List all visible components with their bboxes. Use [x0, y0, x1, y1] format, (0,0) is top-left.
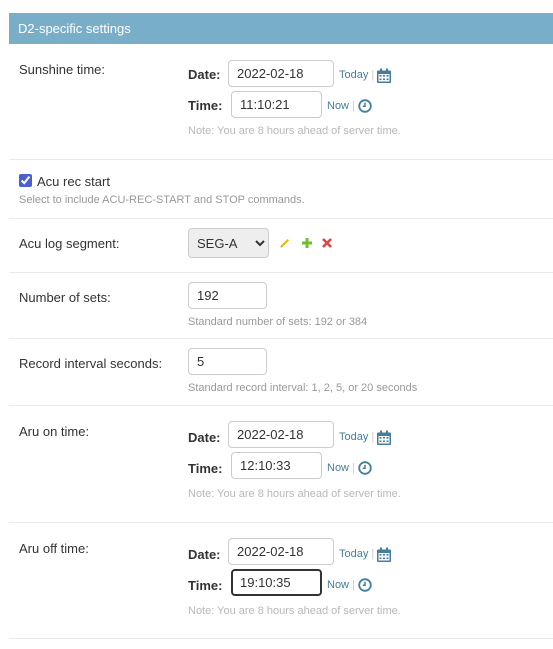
acu-log-segment-row: Acu log segment: SEG-A — [9, 219, 553, 273]
aru-on-timezone-note: Note: You are 8 hours ahead of server ti… — [188, 488, 401, 500]
acu-rec-start-label[interactable]: Acu rec start — [37, 174, 110, 189]
acu-rec-start-help: Select to include ACU-REC-START and STOP… — [19, 194, 305, 206]
sunshine-today-link[interactable]: Today — [339, 69, 368, 81]
record-interval-input[interactable] — [188, 348, 267, 375]
aru-off-time-label: Aru off time: — [19, 541, 89, 556]
separator: | — [371, 431, 375, 443]
clock-icon[interactable] — [358, 461, 372, 478]
number-of-sets-help: Standard number of sets: 192 or 384 — [188, 316, 368, 328]
aru-on-time-label: Aru on time: — [19, 424, 90, 439]
calendar-icon[interactable] — [376, 547, 392, 566]
sunshine-now-link[interactable]: Now — [327, 100, 349, 112]
aru-off-time-row: Aru off time: Date: Today| Time: Now| No… — [9, 523, 553, 639]
calendar-icon[interactable] — [376, 430, 392, 449]
aru-on-date-shortcuts: Today | — [339, 431, 376, 443]
separator: | — [371, 548, 375, 560]
delete-x-icon[interactable] — [321, 237, 333, 252]
sunshine-time-shortcuts: Now | — [327, 100, 357, 112]
aru-off-time-input[interactable] — [231, 569, 322, 596]
aru-on-today-link[interactable]: Today — [339, 431, 368, 443]
aru-off-date-input[interactable] — [228, 538, 334, 565]
aru-on-time-shortcuts: Now | — [327, 462, 357, 474]
sunshine-timezone-note: Note: You are 8 hours ahead of server ti… — [188, 125, 401, 137]
acu-log-segment-select[interactable]: SEG-A — [188, 228, 269, 258]
aru-off-timezone-note: Note: You are 8 hours ahead of server ti… — [188, 605, 401, 617]
aru-off-time-shortcuts: Now | — [327, 579, 357, 591]
aru-off-now-link[interactable]: Now — [327, 579, 349, 591]
number-of-sets-input[interactable] — [188, 282, 267, 309]
record-interval-row: Record interval seconds: Standard record… — [9, 339, 553, 406]
aru-on-time-row: Aru on time: Date: Today| Time: Now| Not… — [9, 406, 553, 523]
sunshine-date-shortcuts: Today | — [339, 69, 376, 81]
number-of-sets-label: Number of sets: — [19, 290, 111, 305]
acu-log-segment-label: Acu log segment: — [19, 236, 120, 251]
sunshine-time-input[interactable] — [231, 91, 322, 118]
aru-on-date-label: Date: — [188, 430, 221, 445]
acu-rec-start-row: Acu rec start Select to include ACU-REC-… — [9, 160, 553, 219]
aru-on-time-input[interactable] — [231, 452, 322, 479]
record-interval-help: Standard record interval: 1, 2, 5, or 20… — [188, 382, 418, 394]
separator: | — [352, 579, 355, 591]
aru-on-time-sublabel: Time: — [188, 461, 223, 476]
aru-off-today-link[interactable]: Today — [339, 548, 368, 560]
sunshine-time-label: Sunshine time: — [19, 62, 105, 77]
aru-on-now-link[interactable]: Now — [327, 462, 349, 474]
sunshine-date-input[interactable] — [228, 60, 334, 87]
sunshine-time-sublabel: Time: — [188, 98, 223, 113]
acu-rec-start-checkbox[interactable] — [19, 174, 32, 187]
separator: | — [371, 69, 375, 81]
d2-settings-fieldset: D2-specific settings Sunshine time: Date… — [9, 13, 553, 639]
sunshine-time-row: Sunshine time: Date: Today| Time: Now| N… — [9, 44, 553, 160]
aru-off-date-shortcuts: Today | — [339, 548, 376, 560]
aru-off-date-label: Date: — [188, 547, 221, 562]
fieldset-title: D2-specific settings — [9, 13, 553, 44]
separator: | — [352, 462, 355, 474]
pencil-icon[interactable] — [279, 237, 291, 252]
separator: | — [352, 100, 355, 112]
plus-icon[interactable] — [301, 237, 313, 252]
clock-icon[interactable] — [358, 578, 372, 595]
calendar-icon[interactable] — [376, 68, 392, 87]
sunshine-date-label: Date: — [188, 67, 221, 82]
record-interval-label: Record interval seconds: — [19, 356, 163, 371]
number-of-sets-row: Number of sets: Standard number of sets:… — [9, 273, 553, 339]
clock-icon[interactable] — [358, 99, 372, 116]
aru-off-time-sublabel: Time: — [188, 578, 223, 593]
aru-on-date-input[interactable] — [228, 421, 334, 448]
